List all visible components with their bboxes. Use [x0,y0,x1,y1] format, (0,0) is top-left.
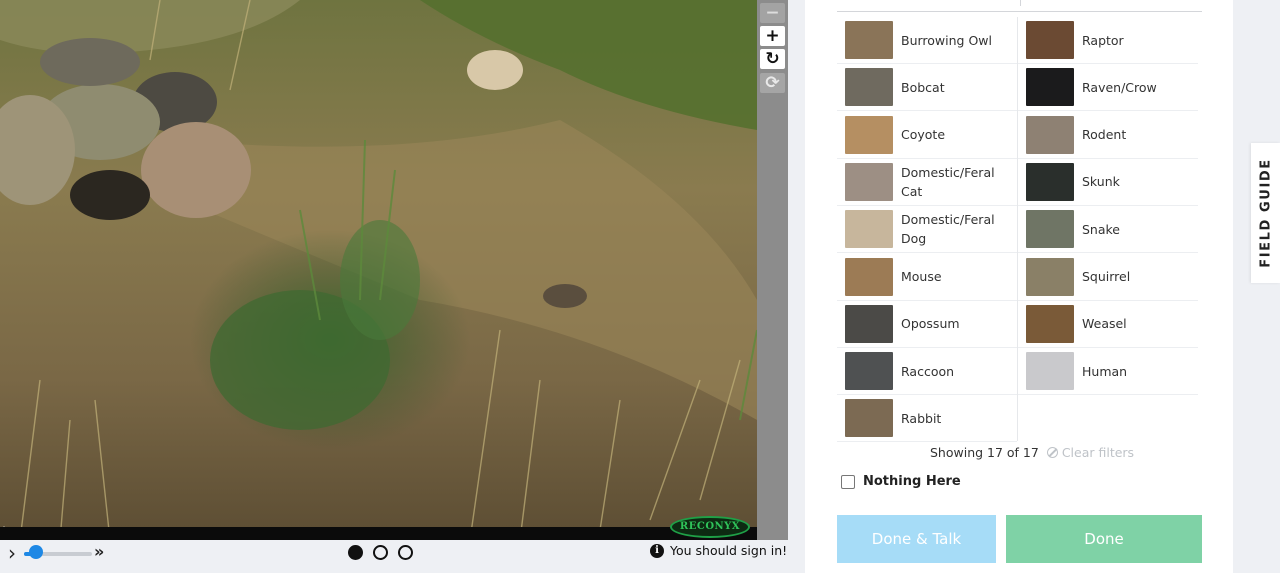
reset-view-button[interactable]: ⟳ [760,73,785,93]
species-thumbnail [845,162,893,201]
species-choice[interactable]: Domestic/Feral Cat [837,159,1017,206]
species-choice[interactable]: Bobcat [837,64,1017,112]
species-label: Rabbit [901,410,942,426]
fast-forward-icon[interactable]: » [94,542,104,561]
species-label: Mouse [901,269,942,284]
species-thumbnail [1026,162,1074,201]
zoom-toolbar: − + ↻ ⟳ [757,0,788,540]
species-thumbnail [1026,115,1074,154]
field-guide-label: FIELD GUIDE [1258,158,1273,268]
nothing-here-option[interactable]: Nothing Here [841,474,961,489]
species-choice[interactable]: Skunk [1018,159,1198,206]
species-label: Domestic/Feral Cat [901,164,995,199]
species-thumbnail [1026,210,1074,249]
clear-filters-label: Clear filters [1061,445,1135,460]
species-thumbnail [1026,257,1074,296]
species-thumbnail [845,210,893,249]
species-label: Coyote [901,127,946,143]
species-choice[interactable]: Mouse [837,254,1017,301]
reconyx-logo: RECONYX [670,516,750,538]
sign-in-text[interactable]: You should sign in! [670,543,787,558]
zoom-in-button[interactable]: + [760,26,785,46]
species-choice[interactable]: Raven/Crow [1018,64,1198,112]
species-label: Snake [1082,221,1121,237]
species-choice[interactable]: Raccoon [837,348,1017,396]
panel-divider [837,11,1202,12]
species-label: Rodent [1082,127,1127,143]
species-label: Weasel [1082,316,1127,332]
camera-trap-photo [0,0,757,540]
species-label: Human [1082,363,1128,379]
nothing-here-label: Nothing Here [863,474,961,489]
nothing-here-checkbox[interactable] [841,474,855,489]
species-choice-grid: Burrowing Owl Raptor Bobcat Raven/Crow Coyot… [837,17,1202,443]
species-label: Opossum [901,316,960,332]
species-thumbnail [845,68,893,107]
chevron-right-icon[interactable]: › [8,543,16,563]
species-thumbnail [845,21,893,59]
species-thumbnail [1026,21,1074,59]
species-label: Bobcat [901,79,945,95]
species-label: Skunk [1082,174,1120,190]
image-footer-strip [0,527,757,540]
zoom-out-button[interactable]: − [760,3,785,23]
done-button[interactable]: Done [1006,515,1202,563]
species-choice[interactable]: Squirrel [1018,254,1198,301]
species-thumbnail [845,115,893,154]
species-label: Squirrel [1082,269,1131,284]
species-choice[interactable]: Domestic/Feral Dog [837,206,1017,254]
frame-dot-1[interactable] [348,545,363,560]
species-choice[interactable]: Raptor [1018,17,1198,64]
info-icon: i [650,543,664,558]
species-choice[interactable]: Human [1018,348,1198,396]
species-thumbnail [1026,352,1074,391]
tab-divider [1020,0,1021,6]
showing-count: Showing 17 of 17 [930,445,1039,460]
species-choice[interactable]: Coyote [837,112,1017,159]
rotate-button[interactable]: ↻ [760,49,785,69]
species-label: Raptor [1082,32,1124,48]
species-thumbnail [845,257,893,296]
species-choice[interactable]: Rodent [1018,112,1198,159]
species-label: Burrowing Owl [901,32,992,48]
species-choice[interactable]: Rabbit [837,395,1017,443]
field-guide-tab[interactable]: FIELD GUIDE [1251,143,1280,283]
species-thumbnail [845,399,893,438]
species-label: Raven/Crow [1082,79,1157,95]
clear-filters-icon [1046,447,1058,458]
species-label: Raccoon [901,363,955,379]
sign-in-notice: i You should sign in! [650,543,787,558]
frame-dot-3[interactable] [398,545,413,560]
species-thumbnail [1026,68,1074,107]
species-choice[interactable]: Snake [1018,206,1198,254]
frame-controls: › » i You should sign in! [0,540,790,573]
clear-filters-button[interactable]: Clear filters [1046,445,1135,460]
species-choice[interactable]: Opossum [837,301,1017,348]
species-thumbnail [845,304,893,343]
species-thumbnail [1026,304,1074,343]
subject-image[interactable]: RECONYX [0,0,757,540]
filter-status: Showing 17 of 17 Clear filters [930,445,1134,460]
species-label: Domestic/Feral Dog [901,212,995,247]
done-and-talk-button[interactable]: Done & Talk [837,515,996,563]
task-panel: Burrowing Owl Raptor Bobcat Raven/Crow Coyot… [805,0,1233,573]
species-thumbnail [845,352,893,391]
speed-slider-thumb[interactable] [29,545,44,559]
species-choice[interactable]: Burrowing Owl [837,17,1017,64]
species-choice[interactable]: Weasel [1018,301,1198,348]
frame-dot-2[interactable] [373,545,388,560]
